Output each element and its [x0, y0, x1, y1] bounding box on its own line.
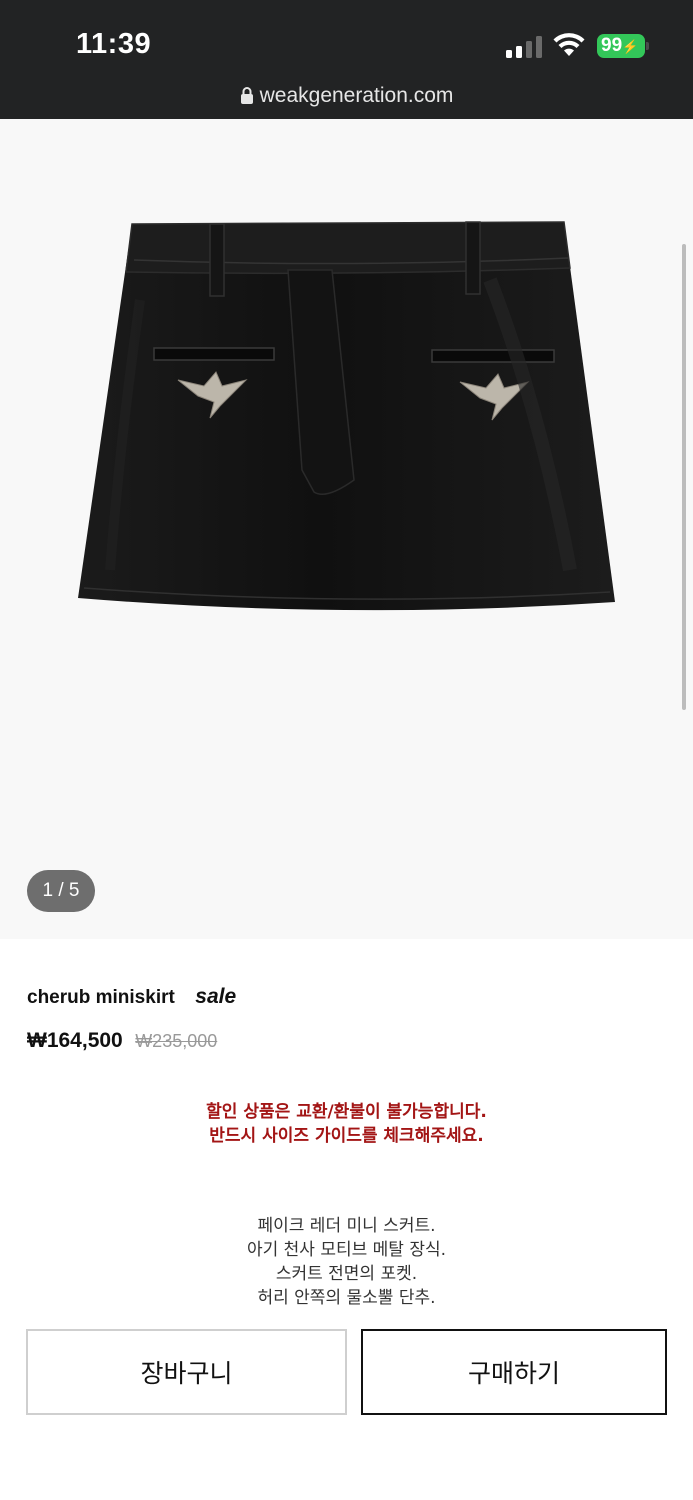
notice-line: 반드시 사이즈 가이드를 체크해주세요.: [209, 1126, 484, 1146]
description-line: 스커트 전면의 포켓.: [275, 1264, 418, 1284]
cellular-signal-icon: [506, 34, 542, 58]
notice-line: 할인 상품은 교환/환불이 불가능합니다.: [206, 1102, 487, 1122]
browser-top-bar: 11:39 99⚡ weakgeneration.com: [0, 0, 693, 119]
description-line: 아기 천사 모티브 메탈 장식.: [246, 1240, 447, 1260]
battery-level: 99: [601, 35, 623, 56]
sale-price: ₩164,500: [27, 1029, 123, 1052]
address-bar[interactable]: weakgeneration.com: [0, 84, 693, 108]
product-description: 페이크 레더 미니 스커트. 아기 천사 모티브 메탈 장식. 스커트 전면의 …: [0, 1214, 693, 1310]
image-counter: 1 / 5: [27, 870, 95, 912]
original-price: ₩235,000: [135, 1031, 218, 1051]
description-line: 허리 안쪽의 물소뿔 단추.: [257, 1288, 436, 1308]
sale-notice: 할인 상품은 교환/환불이 불가능합니다. 반드시 사이즈 가이드를 체크해주세…: [0, 1100, 693, 1148]
wifi-icon: [553, 33, 585, 56]
lock-icon: [240, 87, 253, 104]
scrollbar-thumb[interactable]: [682, 244, 686, 710]
battery-cap: [646, 42, 649, 50]
battery-indicator: 99⚡: [597, 34, 645, 58]
status-time: 11:39: [76, 28, 152, 60]
sale-badge: sale: [195, 985, 237, 1008]
product-image-skirt: [78, 221, 615, 611]
add-to-cart-button[interactable]: 장바구니: [26, 1329, 347, 1415]
product-name: cherub miniskirt: [27, 987, 175, 1008]
price-row: ₩164,500 ₩235,000: [27, 1029, 217, 1053]
buy-now-button[interactable]: 구매하기: [361, 1329, 667, 1415]
description-line: 페이크 레더 미니 스커트.: [257, 1216, 436, 1236]
url-text: weakgeneration.com: [259, 84, 454, 107]
product-title-row: cherub miniskirt sale: [27, 985, 236, 1009]
